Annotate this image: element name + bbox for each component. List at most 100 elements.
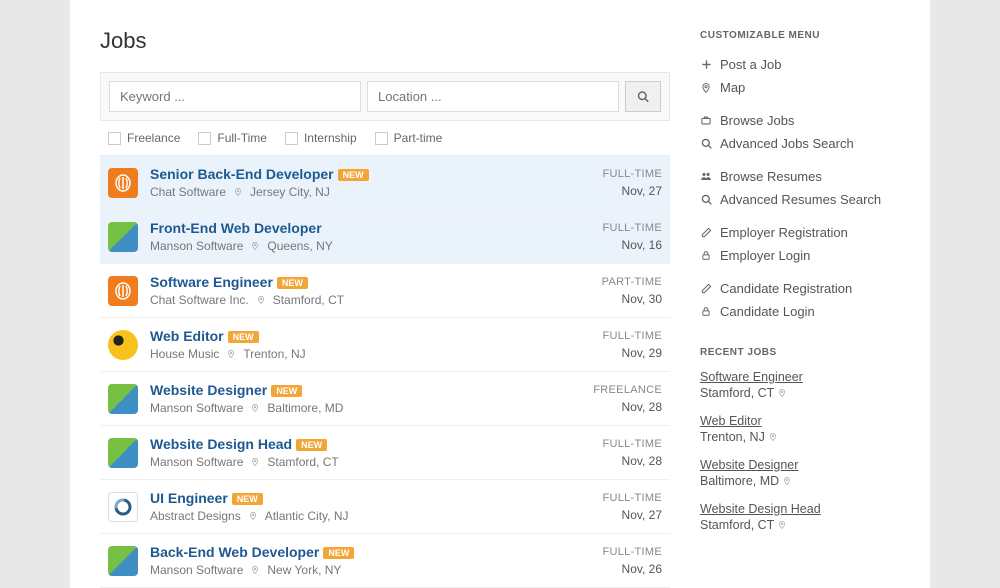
location-pin-icon (251, 566, 259, 574)
lock-icon (700, 250, 712, 261)
sidebar-menu: Post a Job Map Browse Jobs Advanced Jobs Se… (700, 53, 900, 323)
keyword-input[interactable] (109, 81, 361, 112)
job-title-link[interactable]: Website Designer (150, 382, 267, 398)
menu-link[interactable]: Candidate Registration (720, 281, 852, 296)
job-row[interactable]: Software Engineer NEW Chat Software Inc. St… (100, 264, 670, 318)
menu-link[interactable]: Advanced Resumes Search (720, 192, 881, 207)
job-type: PART-TIME (602, 276, 662, 288)
pencil-icon (700, 283, 712, 294)
job-meta: Manson SoftwareBaltimore, MD (150, 401, 581, 415)
job-title-link[interactable]: Back-End Web Developer (150, 544, 319, 560)
job-title-link[interactable]: Web Editor (150, 328, 224, 344)
checkbox[interactable] (375, 132, 388, 145)
job-row[interactable]: Website Design HeadNEWManson SoftwareSta… (100, 426, 670, 480)
location-pin-icon (257, 296, 265, 304)
company-name: House Music (150, 347, 219, 361)
company-name: Manson Software (150, 239, 243, 253)
company-logo (108, 222, 138, 252)
search-button[interactable] (625, 81, 661, 112)
job-type: FULL-TIME (602, 546, 662, 558)
job-row[interactable]: Front-End Web Developer Manson SoftwareQu… (100, 210, 670, 264)
search-icon (700, 138, 712, 149)
checkbox[interactable] (198, 132, 211, 145)
recent-job-location: Stamford, CT (700, 386, 774, 400)
job-row[interactable]: UI EngineerNEWAbstract DesignsAtlantic C… (100, 480, 670, 534)
recent-job-link[interactable]: Web Editor (700, 414, 762, 428)
menu-link[interactable]: Browse Resumes (720, 169, 822, 184)
menu-link[interactable]: Candidate Login (720, 304, 815, 319)
job-date: Nov, 16 (602, 238, 662, 252)
location-pin-icon (251, 404, 259, 412)
job-date: Nov, 28 (602, 454, 662, 468)
job-date: Nov, 27 (602, 508, 662, 522)
menu-link[interactable]: Employer Registration (720, 225, 848, 240)
menu-item[interactable]: Browse Resumes (700, 165, 900, 188)
recent-jobs-list: Software Engineer Stamford, CT Web EditorT… (700, 370, 900, 532)
recent-job-item: Web EditorTrenton, NJ (700, 414, 900, 444)
menu-item[interactable]: Advanced Resumes Search (700, 188, 900, 211)
filter-internship[interactable]: Internship (285, 131, 357, 145)
menu-item[interactable]: Advanced Jobs Search (700, 132, 900, 155)
recent-job-item: Website Designer Baltimore, MD (700, 458, 900, 488)
menu-item[interactable]: Browse Jobs (700, 109, 900, 132)
search-icon (637, 90, 649, 103)
location-pin-icon (249, 512, 257, 520)
job-meta: Manson SoftwareQueens, NY (150, 239, 590, 253)
filter-full-time[interactable]: Full-Time (198, 131, 267, 145)
menu-link[interactable]: Browse Jobs (720, 113, 794, 128)
company-name: Manson Software (150, 455, 243, 469)
new-badge: NEW (277, 277, 308, 289)
company-logo (108, 330, 138, 360)
search-icon (700, 194, 712, 205)
job-date: Nov, 27 (602, 184, 662, 198)
filter-part-time[interactable]: Part-time (375, 131, 443, 145)
job-date: Nov, 30 (602, 292, 662, 306)
company-name: Chat Software Inc. (150, 293, 249, 307)
job-title-link[interactable]: Software Engineer (150, 274, 273, 290)
new-badge: NEW (338, 169, 369, 181)
filter-label: Full-Time (217, 131, 267, 145)
recent-job-location: Baltimore, MD (700, 474, 779, 488)
menu-item[interactable]: Map (700, 76, 900, 99)
filter-freelance[interactable]: Freelance (108, 131, 180, 145)
job-meta: Chat Software Inc. Stamford, CT (150, 293, 590, 307)
filters-row: Freelance Full-Time Internship Part-time (100, 131, 670, 155)
menu-link[interactable]: Map (720, 80, 745, 95)
job-title-link[interactable]: UI Engineer (150, 490, 228, 506)
users-icon (700, 171, 712, 182)
sidebar-menu-heading: Customizable Menu (700, 30, 900, 41)
job-title-link[interactable]: Website Design Head (150, 436, 292, 452)
recent-job-link[interactable]: Website Designer (700, 458, 798, 472)
lock-icon (700, 306, 712, 317)
location-input[interactable] (367, 81, 619, 112)
job-date: Nov, 26 (602, 562, 662, 576)
filter-label: Freelance (127, 131, 180, 145)
job-type: FREELANCE (593, 384, 662, 396)
recent-job-link[interactable]: Software Engineer (700, 370, 803, 384)
checkbox[interactable] (285, 132, 298, 145)
recent-job-link[interactable]: Website Design Head (700, 502, 821, 516)
company-name: Abstract Designs (150, 509, 241, 523)
menu-link[interactable]: Advanced Jobs Search (720, 136, 854, 151)
job-row[interactable]: Web EditorNEWHouse MusicTrenton, NJFULL-… (100, 318, 670, 372)
job-row[interactable]: Website DesignerNEWManson SoftwareBaltim… (100, 372, 670, 426)
checkbox[interactable] (108, 132, 121, 145)
job-row[interactable]: Senior Back-End Developer NEW Chat Softwar… (100, 156, 670, 210)
menu-item[interactable]: Employer Login (700, 244, 900, 267)
plus-icon (700, 59, 712, 70)
recent-job-location: Stamford, CT (700, 518, 774, 532)
menu-item[interactable]: Post a Job (700, 53, 900, 76)
job-row[interactable]: Back-End Web DeveloperNEWManson Software… (100, 534, 670, 588)
job-title-link[interactable]: Front-End Web Developer (150, 220, 322, 236)
menu-item[interactable]: Employer Registration (700, 221, 900, 244)
filter-label: Part-time (394, 131, 443, 145)
job-title-link[interactable]: Senior Back-End Developer (150, 166, 334, 182)
job-meta: Chat SoftwareJersey City, NJ (150, 185, 590, 199)
job-location: Baltimore, MD (267, 401, 343, 415)
job-location: Stamford, CT (267, 455, 338, 469)
menu-link[interactable]: Post a Job (720, 57, 781, 72)
menu-link[interactable]: Employer Login (720, 248, 810, 263)
menu-item[interactable]: Candidate Login (700, 300, 900, 323)
menu-item[interactable]: Candidate Registration (700, 277, 900, 300)
job-location: Stamford, CT (273, 293, 344, 307)
